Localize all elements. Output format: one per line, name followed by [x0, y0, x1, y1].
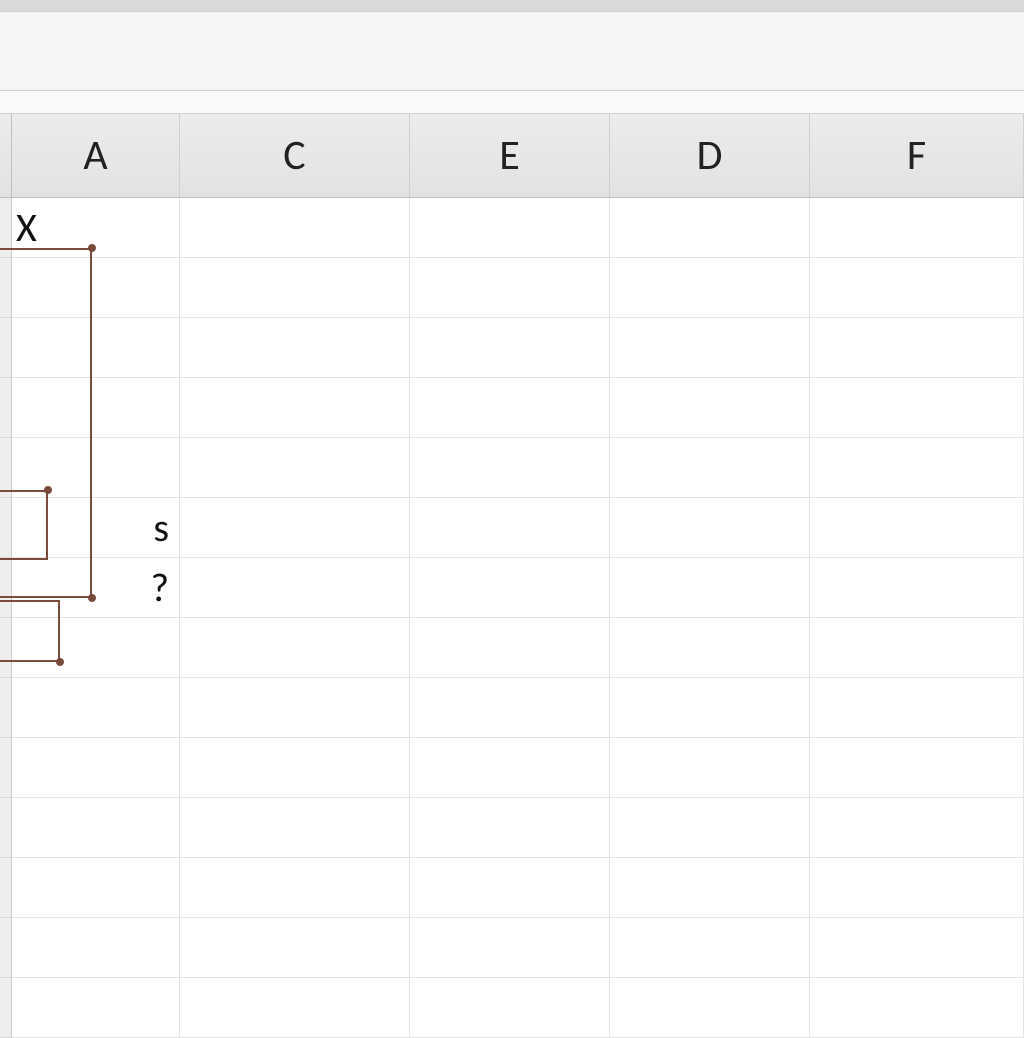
cell-F11[interactable] — [810, 798, 1024, 858]
cell-D6[interactable] — [610, 498, 810, 558]
cell-C6[interactable] — [180, 498, 410, 558]
row-header[interactable] — [0, 558, 12, 618]
cell-A1-value: X — [16, 203, 37, 252]
cell-A11[interactable] — [12, 798, 180, 858]
cell-C4[interactable] — [180, 378, 410, 438]
cell-A4[interactable] — [12, 378, 180, 438]
row-header[interactable] — [0, 198, 12, 258]
cell-A13[interactable] — [12, 918, 180, 978]
cell-C13[interactable] — [180, 918, 410, 978]
cell-E3[interactable] — [410, 318, 610, 378]
row-header[interactable] — [0, 318, 12, 378]
cell-C9[interactable] — [180, 678, 410, 738]
cell-C3[interactable] — [180, 318, 410, 378]
cell-D3[interactable] — [610, 318, 810, 378]
cell-E7[interactable] — [410, 558, 610, 618]
cell-C14[interactable] — [180, 978, 410, 1038]
cell-A9[interactable] — [12, 678, 180, 738]
column-headers: A C E D F — [0, 114, 1024, 198]
cell-A10[interactable] — [12, 738, 180, 798]
cell-E13[interactable] — [410, 918, 610, 978]
cell-F8[interactable] — [810, 618, 1024, 678]
cell-D1[interactable] — [610, 198, 810, 258]
cell-E10[interactable] — [410, 738, 610, 798]
column-header-C[interactable]: C — [180, 114, 410, 197]
cell-A2[interactable] — [12, 258, 180, 318]
cell-C12[interactable] — [180, 858, 410, 918]
cell-E14[interactable] — [410, 978, 610, 1038]
cell-E1[interactable] — [410, 198, 610, 258]
row-header[interactable] — [0, 678, 12, 738]
row-header[interactable] — [0, 438, 12, 498]
cell-A7-value: ? — [150, 563, 169, 612]
cell-F6[interactable] — [810, 498, 1024, 558]
cell-C5[interactable] — [180, 438, 410, 498]
row-header[interactable] — [0, 498, 12, 558]
cell-F12[interactable] — [810, 858, 1024, 918]
cell-E11[interactable] — [410, 798, 610, 858]
select-all-corner[interactable] — [0, 114, 12, 197]
cell-F10[interactable] — [810, 738, 1024, 798]
cell-F2[interactable] — [810, 258, 1024, 318]
formula-bar-area — [0, 12, 1024, 90]
cell-A6[interactable]: s — [12, 498, 180, 558]
spreadsheet-grid[interactable]: X s — [0, 198, 1024, 1024]
cell-F7[interactable] — [810, 558, 1024, 618]
cell-F3[interactable] — [810, 318, 1024, 378]
cell-D4[interactable] — [610, 378, 810, 438]
cell-C7[interactable] — [180, 558, 410, 618]
cell-D10[interactable] — [610, 738, 810, 798]
cell-D5[interactable] — [610, 438, 810, 498]
window-chrome-top — [0, 0, 1024, 12]
cell-A1[interactable]: X — [12, 198, 180, 258]
column-header-E[interactable]: E — [410, 114, 610, 197]
cell-E8[interactable] — [410, 618, 610, 678]
divider-bar — [0, 90, 1024, 114]
cell-A3[interactable] — [12, 318, 180, 378]
cell-E4[interactable] — [410, 378, 610, 438]
cell-D8[interactable] — [610, 618, 810, 678]
cell-D2[interactable] — [610, 258, 810, 318]
cell-F1[interactable] — [810, 198, 1024, 258]
row-header[interactable] — [0, 978, 12, 1038]
row-header[interactable] — [0, 618, 12, 678]
cell-F14[interactable] — [810, 978, 1024, 1038]
cell-D12[interactable] — [610, 858, 810, 918]
row-header[interactable] — [0, 918, 12, 978]
cell-F13[interactable] — [810, 918, 1024, 978]
cell-A8[interactable] — [12, 618, 180, 678]
row-header[interactable] — [0, 378, 12, 438]
column-header-D[interactable]: D — [610, 114, 810, 197]
row-header[interactable] — [0, 258, 12, 318]
cell-A7[interactable]: ? — [12, 558, 180, 618]
column-header-F[interactable]: F — [810, 114, 1024, 197]
cell-E6[interactable] — [410, 498, 610, 558]
cell-C10[interactable] — [180, 738, 410, 798]
row-header[interactable] — [0, 798, 12, 858]
cell-D13[interactable] — [610, 918, 810, 978]
cell-D9[interactable] — [610, 678, 810, 738]
cell-E9[interactable] — [410, 678, 610, 738]
row-header[interactable] — [0, 738, 12, 798]
cell-D7[interactable] — [610, 558, 810, 618]
cell-A14[interactable] — [12, 978, 180, 1038]
cell-F9[interactable] — [810, 678, 1024, 738]
cell-A5[interactable] — [12, 438, 180, 498]
cell-A12[interactable] — [12, 858, 180, 918]
cell-D14[interactable] — [610, 978, 810, 1038]
cell-C1[interactable] — [180, 198, 410, 258]
row-header[interactable] — [0, 858, 12, 918]
cell-F4[interactable] — [810, 378, 1024, 438]
cell-C2[interactable] — [180, 258, 410, 318]
column-header-A[interactable]: A — [12, 114, 180, 197]
cell-E12[interactable] — [410, 858, 610, 918]
cell-A6-value: s — [153, 503, 169, 552]
cell-D11[interactable] — [610, 798, 810, 858]
cell-F5[interactable] — [810, 438, 1024, 498]
cell-C8[interactable] — [180, 618, 410, 678]
cell-E2[interactable] — [410, 258, 610, 318]
cell-E5[interactable] — [410, 438, 610, 498]
cell-C11[interactable] — [180, 798, 410, 858]
